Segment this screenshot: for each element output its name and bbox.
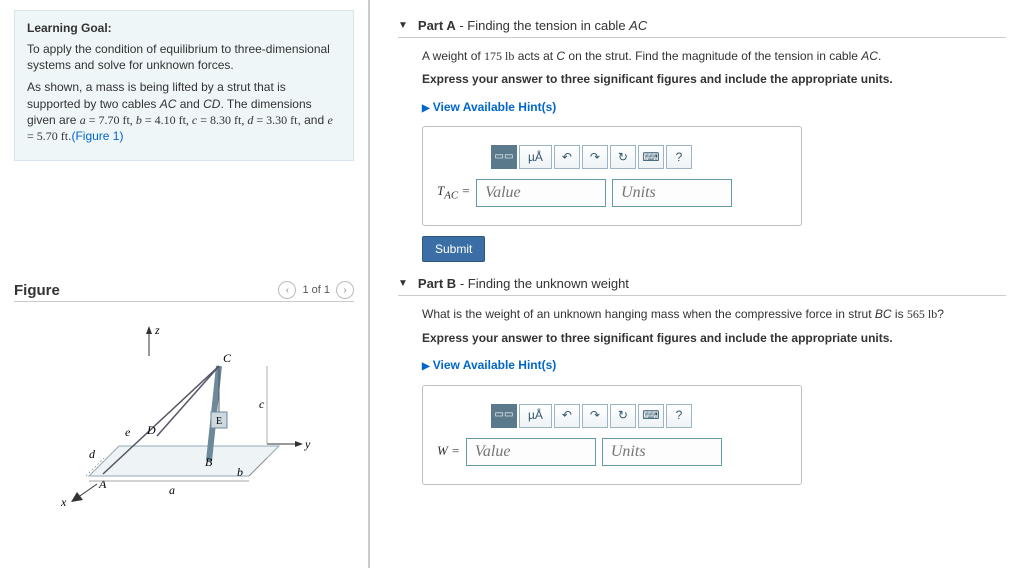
- svg-text:A: A: [98, 477, 107, 491]
- part-b-toolbar: ▭▭ µÅ ↶ ↷ ↻ ⌨ ?: [491, 404, 787, 428]
- figure-heading: Figure: [14, 282, 60, 299]
- part-a-var-label: TAC =: [437, 182, 470, 204]
- svg-text:E: E: [216, 416, 222, 427]
- svg-text:D: D: [146, 423, 156, 437]
- part-a-instruction: Express your answer to three significant…: [422, 71, 1006, 88]
- redo-button[interactable]: ↷: [582, 404, 608, 428]
- svg-text:e: e: [125, 425, 131, 439]
- help-button[interactable]: ?: [666, 404, 692, 428]
- learning-goal-heading: Learning Goal:: [27, 21, 341, 35]
- undo-button[interactable]: ↶: [554, 145, 580, 169]
- collapse-icon: ▼: [398, 278, 408, 289]
- part-a-question: A weight of 175 lb acts at C on the stru…: [422, 48, 1006, 65]
- figure-next-button[interactable]: ›: [336, 281, 354, 299]
- part-a-value-input[interactable]: [476, 179, 606, 207]
- part-b: ▼ Part B - Finding the unknown weight Wh…: [398, 276, 1006, 484]
- part-a-header[interactable]: ▼ Part A - Finding the tension in cable …: [398, 18, 1006, 38]
- part-b-header[interactable]: ▼ Part B - Finding the unknown weight: [398, 276, 1006, 296]
- learning-goal-p1: To apply the condition of equilibrium to…: [27, 41, 341, 73]
- part-a-answer-box: ▭▭ µÅ ↶ ↷ ↻ ⌨ ? TAC =: [422, 126, 802, 226]
- svg-text:z: z: [154, 323, 160, 337]
- collapse-icon: ▼: [398, 20, 408, 31]
- part-b-hints-toggle[interactable]: ▶View Available Hint(s): [422, 357, 556, 375]
- templates-button[interactable]: ▭▭: [491, 404, 517, 428]
- part-b-var-label: W =: [437, 442, 460, 461]
- part-b-question: What is the weight of an unknown hanging…: [422, 306, 1006, 323]
- figure-diagram: z y x B C A D E a b: [14, 316, 354, 509]
- reset-button[interactable]: ↻: [610, 145, 636, 169]
- part-a: ▼ Part A - Finding the tension in cable …: [398, 18, 1006, 262]
- svg-text:y: y: [304, 437, 311, 451]
- figure-link[interactable]: (Figure 1): [71, 129, 123, 143]
- svg-text:c: c: [259, 397, 265, 411]
- keyboard-button[interactable]: ⌨: [638, 145, 664, 169]
- templates-button[interactable]: ▭▭: [491, 145, 517, 169]
- part-a-units-input[interactable]: [612, 179, 732, 207]
- part-b-value-input[interactable]: [466, 438, 596, 466]
- part-b-answer-box: ▭▭ µÅ ↶ ↷ ↻ ⌨ ? W =: [422, 385, 802, 485]
- learning-goal-p2: As shown, a mass is being lifted by a st…: [27, 79, 341, 144]
- svg-text:B: B: [205, 455, 213, 469]
- figure-prev-button[interactable]: ‹: [278, 281, 296, 299]
- svg-text:b: b: [237, 465, 243, 479]
- reset-button[interactable]: ↻: [610, 404, 636, 428]
- figure-page-indicator: 1 of 1: [302, 284, 330, 296]
- learning-goal-box: Learning Goal: To apply the condition of…: [14, 10, 354, 161]
- part-a-toolbar: ▭▭ µÅ ↶ ↷ ↻ ⌨ ?: [491, 145, 787, 169]
- redo-button[interactable]: ↷: [582, 145, 608, 169]
- part-a-hints-toggle[interactable]: ▶View Available Hint(s): [422, 99, 556, 117]
- part-b-instruction: Express your answer to three significant…: [422, 330, 1006, 347]
- svg-text:a: a: [169, 483, 175, 497]
- svg-text:x: x: [60, 495, 67, 506]
- part-b-units-input[interactable]: [602, 438, 722, 466]
- help-button[interactable]: ?: [666, 145, 692, 169]
- units-button[interactable]: µÅ: [519, 404, 552, 428]
- units-button[interactable]: µÅ: [519, 145, 552, 169]
- undo-button[interactable]: ↶: [554, 404, 580, 428]
- svg-text:C: C: [223, 351, 232, 365]
- part-a-submit-button[interactable]: Submit: [422, 236, 485, 262]
- svg-text:d: d: [89, 447, 96, 461]
- keyboard-button[interactable]: ⌨: [638, 404, 664, 428]
